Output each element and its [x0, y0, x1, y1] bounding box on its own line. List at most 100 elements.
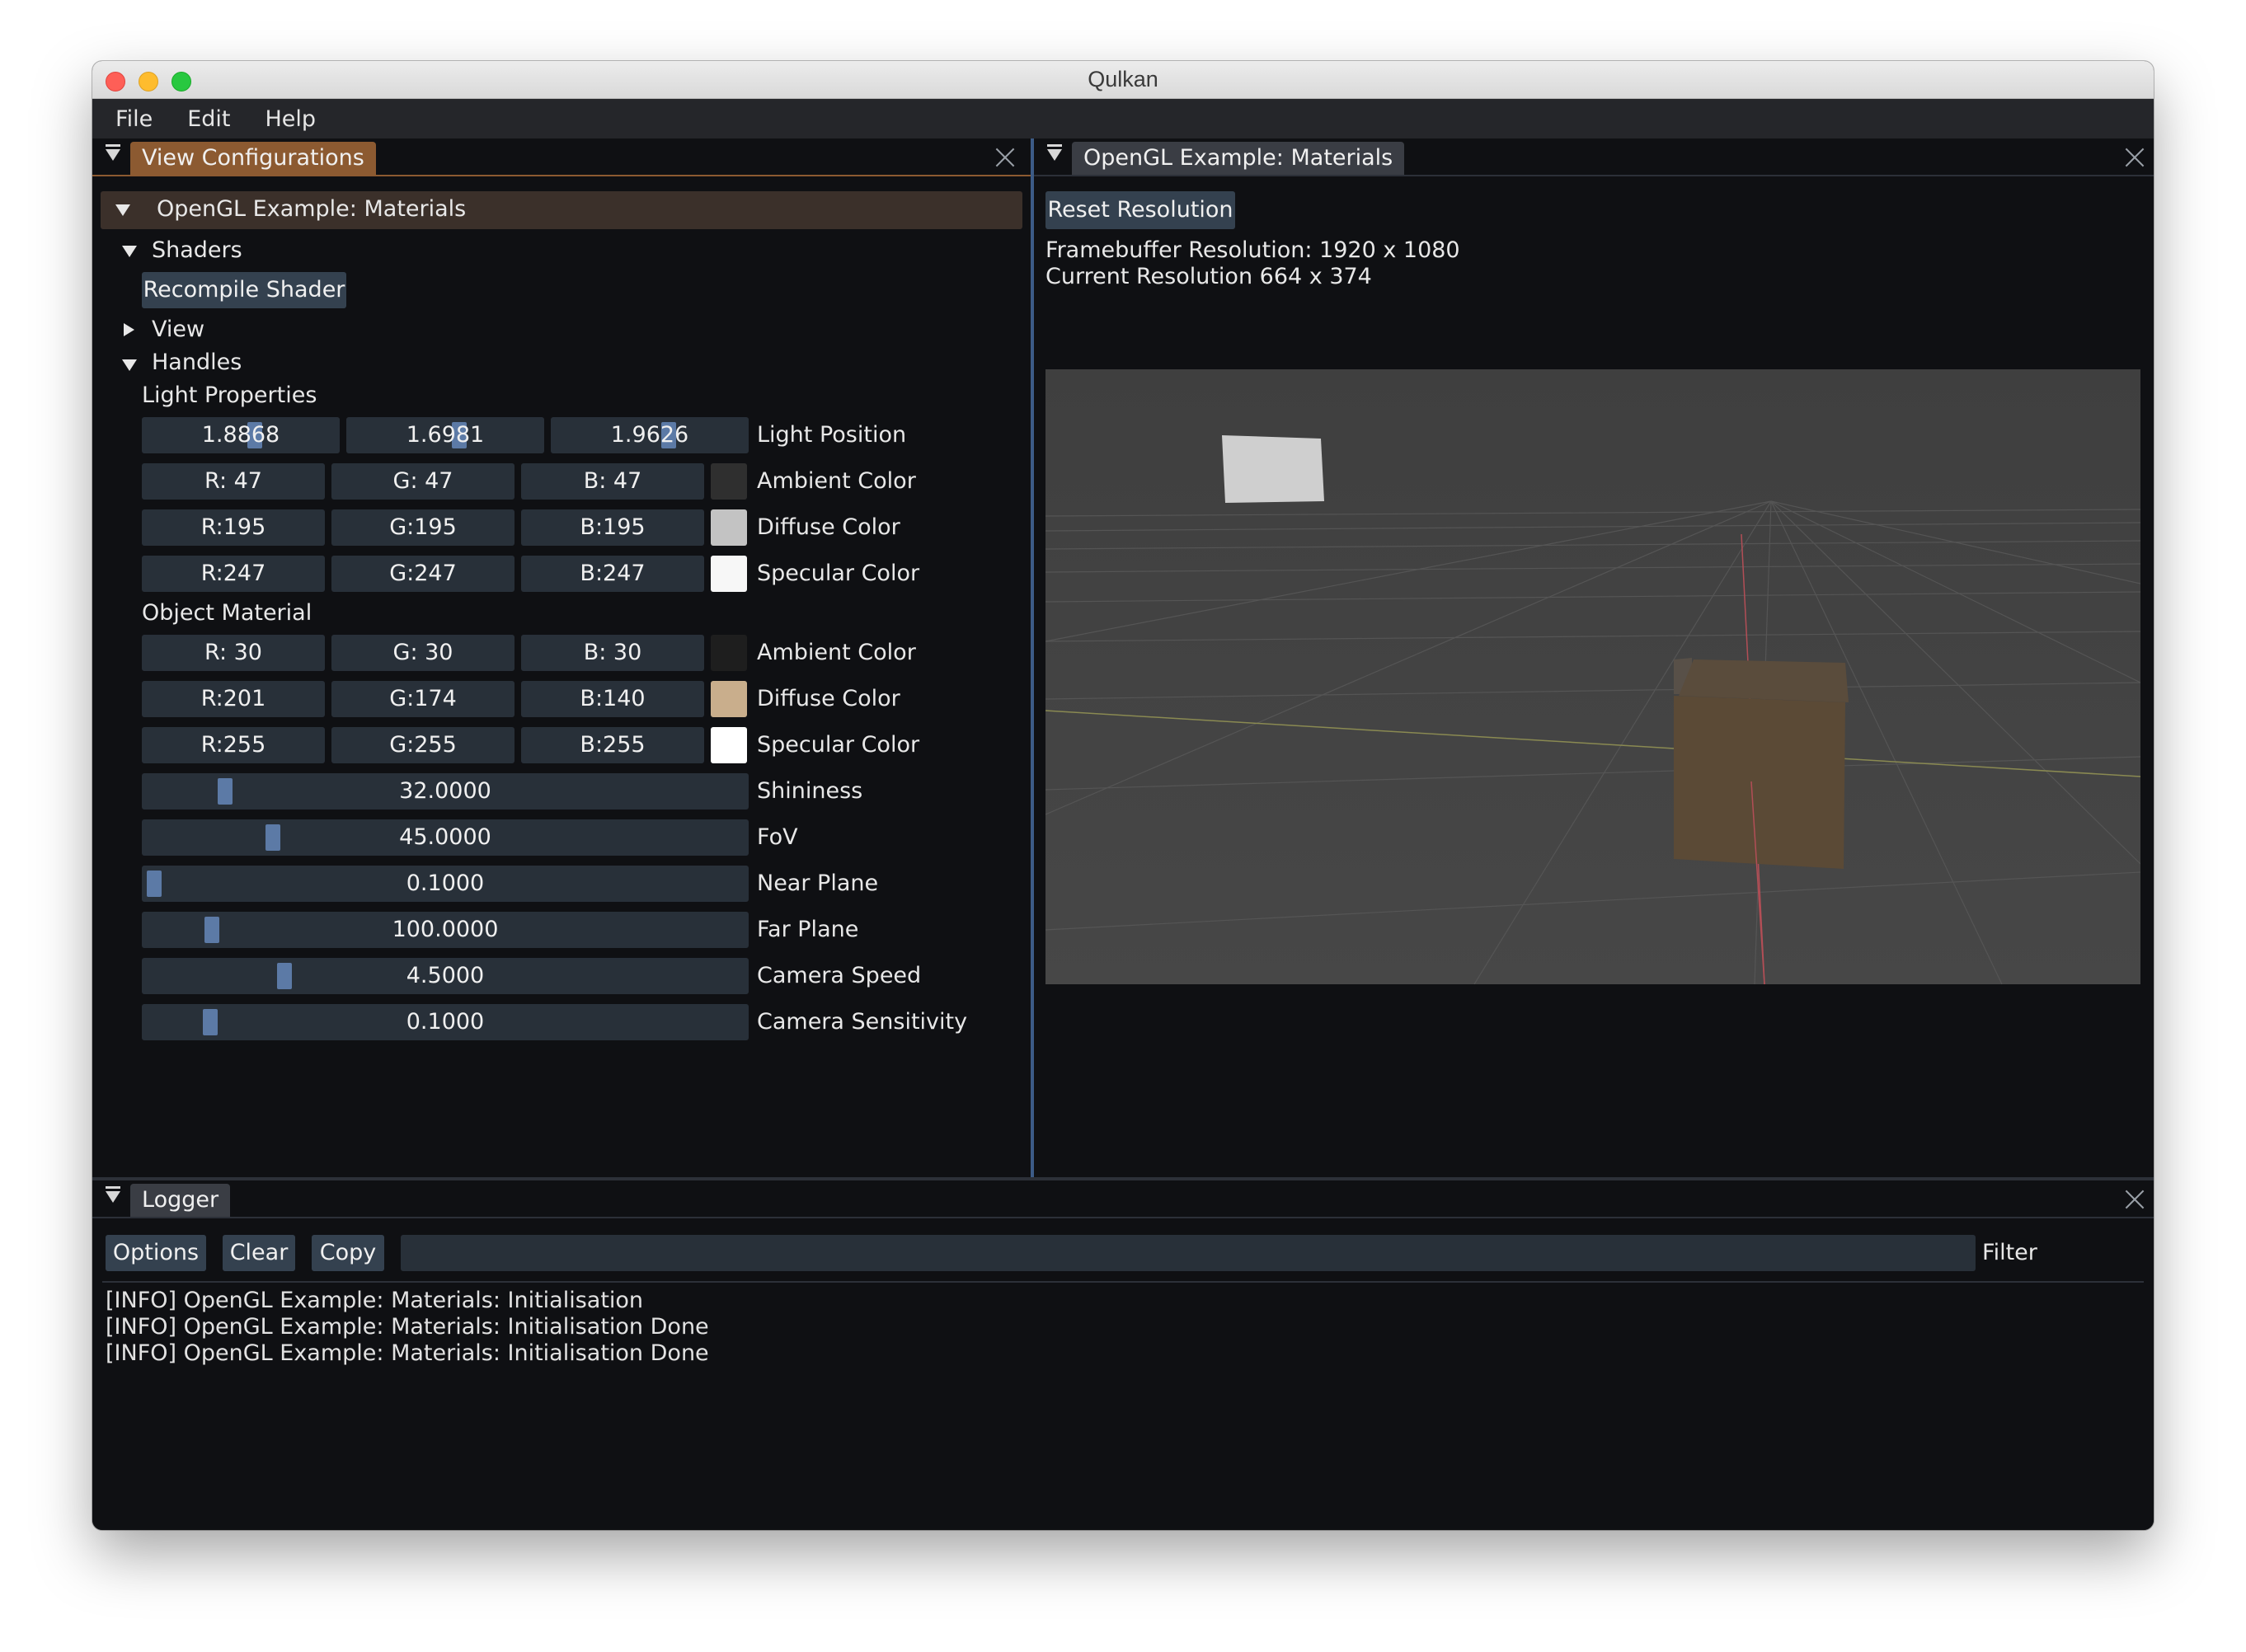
logger-clear-button[interactable]: Clear	[223, 1235, 295, 1271]
tree-node-view[interactable]: View	[152, 317, 204, 342]
handles-triangle-icon[interactable]	[122, 359, 137, 371]
light-diffuse-swatch[interactable]	[711, 509, 747, 546]
slider-grab[interactable]	[265, 824, 280, 851]
recompile-shader-button[interactable]: Recompile Shader	[142, 272, 346, 308]
near-plane-label: Near Plane	[757, 871, 879, 896]
close-icon[interactable]	[2122, 145, 2147, 170]
tab-opengl-example[interactable]: OpenGL Example: Materials	[1072, 142, 1405, 175]
object-diffuse-g-field[interactable]: G:174	[331, 681, 515, 717]
logger-options-button[interactable]: Options	[106, 1235, 206, 1271]
slider-grab[interactable]	[147, 871, 162, 897]
shaders-triangle-icon[interactable]	[122, 246, 137, 257]
shininess-slider[interactable]: 32.0000	[142, 773, 749, 810]
menu-bar: File Edit Help	[92, 99, 2154, 138]
logger-divider	[102, 1281, 2144, 1283]
logger-filter-input[interactable]	[401, 1235, 1976, 1271]
fov-value: 45.0000	[399, 824, 491, 850]
shininess-label: Shininess	[757, 778, 863, 804]
object-cube-front-face	[1674, 696, 1845, 869]
tree-node-handles[interactable]: Handles	[152, 350, 242, 375]
light-diffuse-r-field[interactable]: R:195	[142, 509, 325, 546]
object-ambient-swatch[interactable]	[711, 635, 747, 671]
expanded-triangle-icon	[115, 204, 130, 216]
slider-grab[interactable]	[204, 917, 219, 943]
far-plane-slider[interactable]: 100.0000	[142, 912, 749, 948]
object-specular-swatch[interactable]	[711, 727, 747, 763]
scene-render	[1045, 369, 2140, 984]
light-specular-g-field[interactable]: G:247	[331, 556, 515, 592]
current-resolution-text: Current Resolution 664 x 374	[1045, 264, 1372, 289]
slider-grab[interactable]	[218, 778, 233, 805]
menu-edit[interactable]: Edit	[187, 106, 230, 132]
light-ambient-b-field[interactable]: B: 47	[521, 463, 704, 500]
title-bar[interactable]: Qulkan	[92, 61, 2154, 99]
camera-speed-slider[interactable]: 4.5000	[142, 958, 749, 994]
object-ambient-g-field[interactable]: G: 30	[331, 635, 515, 671]
light-position-z-field[interactable]: 1.9626	[551, 417, 749, 453]
render-viewport[interactable]	[1045, 369, 2140, 984]
camera-speed-value: 4.5000	[406, 963, 485, 988]
light-ambient-r-field[interactable]: R: 47	[142, 463, 325, 500]
near-plane-value: 0.1000	[406, 871, 485, 896]
object-ambient-label: Ambient Color	[757, 640, 916, 665]
light-source-cube	[1222, 435, 1324, 503]
object-ambient-b-field[interactable]: B: 30	[521, 635, 704, 671]
object-specular-label: Specular Color	[757, 732, 920, 758]
slider-grab[interactable]	[277, 963, 292, 989]
far-plane-label: Far Plane	[757, 917, 859, 942]
camera-sensitivity-value: 0.1000	[406, 1009, 485, 1035]
camera-sensitivity-label: Camera Sensitivity	[757, 1009, 968, 1035]
light-diffuse-b-field[interactable]: B:195	[521, 509, 704, 546]
object-specular-g-field[interactable]: G:255	[331, 727, 515, 763]
tree-header-label: OpenGL Example: Materials	[157, 196, 467, 222]
fov-slider[interactable]: 45.0000	[142, 819, 749, 856]
near-plane-slider[interactable]: 0.1000	[142, 866, 749, 902]
logger-copy-button[interactable]: Copy	[312, 1235, 384, 1271]
menu-help[interactable]: Help	[265, 106, 316, 132]
section-object-material: Object Material	[142, 600, 312, 626]
object-diffuse-swatch[interactable]	[711, 681, 747, 717]
light-position-x-field[interactable]: 1.8868	[142, 417, 340, 453]
object-specular-b-field[interactable]: B:255	[521, 727, 704, 763]
log-line: [INFO] OpenGL Example: Materials: Initia…	[106, 1288, 644, 1313]
light-specular-b-field[interactable]: B:247	[521, 556, 704, 592]
light-diffuse-g-field[interactable]: G:195	[331, 509, 515, 546]
slider-grab[interactable]	[203, 1009, 218, 1035]
object-specular-r-field[interactable]: R:255	[142, 727, 325, 763]
light-position-z-value: 1.9626	[610, 422, 689, 448]
light-ambient-g-field[interactable]: G: 47	[331, 463, 515, 500]
camera-speed-label: Camera Speed	[757, 963, 922, 988]
far-plane-value: 100.0000	[392, 917, 499, 942]
tree-header-materials[interactable]: OpenGL Example: Materials	[101, 191, 1022, 229]
panel-header: View Configurations	[92, 138, 1031, 176]
panel-header: OpenGL Example: Materials	[1034, 138, 2154, 176]
window-title: Qulkan	[1088, 67, 1158, 92]
camera-sensitivity-slider[interactable]: 0.1000	[142, 1004, 749, 1040]
object-diffuse-b-field[interactable]: B:140	[521, 681, 704, 717]
collapse-icon[interactable]	[106, 144, 120, 161]
tab-view-configurations[interactable]: View Configurations	[130, 142, 376, 175]
object-diffuse-label: Diffuse Color	[757, 686, 900, 711]
collapse-icon[interactable]	[106, 1186, 120, 1203]
light-specular-r-field[interactable]: R:247	[142, 556, 325, 592]
tab-logger[interactable]: Logger	[130, 1184, 231, 1217]
object-diffuse-r-field[interactable]: R:201	[142, 681, 325, 717]
close-icon[interactable]	[993, 145, 1017, 170]
light-specular-label: Specular Color	[757, 561, 920, 586]
fov-label: FoV	[757, 824, 798, 850]
light-position-y-value: 1.6981	[406, 422, 485, 448]
panel-header: Logger	[92, 1180, 2154, 1218]
close-icon[interactable]	[2122, 1187, 2147, 1212]
menu-file[interactable]: File	[115, 106, 153, 132]
log-line: [INFO] OpenGL Example: Materials: Initia…	[106, 1340, 709, 1366]
object-ambient-r-field[interactable]: R: 30	[142, 635, 325, 671]
light-ambient-swatch[interactable]	[711, 463, 747, 500]
log-line: [INFO] OpenGL Example: Materials: Initia…	[106, 1314, 709, 1340]
view-triangle-icon[interactable]	[124, 323, 134, 336]
light-specular-swatch[interactable]	[711, 556, 747, 592]
tree-node-shaders[interactable]: Shaders	[152, 237, 242, 263]
reset-resolution-button[interactable]: Reset Resolution	[1045, 191, 1235, 229]
collapse-icon[interactable]	[1047, 144, 1062, 161]
shininess-value: 32.0000	[399, 778, 491, 804]
light-position-y-field[interactable]: 1.6981	[346, 417, 544, 453]
